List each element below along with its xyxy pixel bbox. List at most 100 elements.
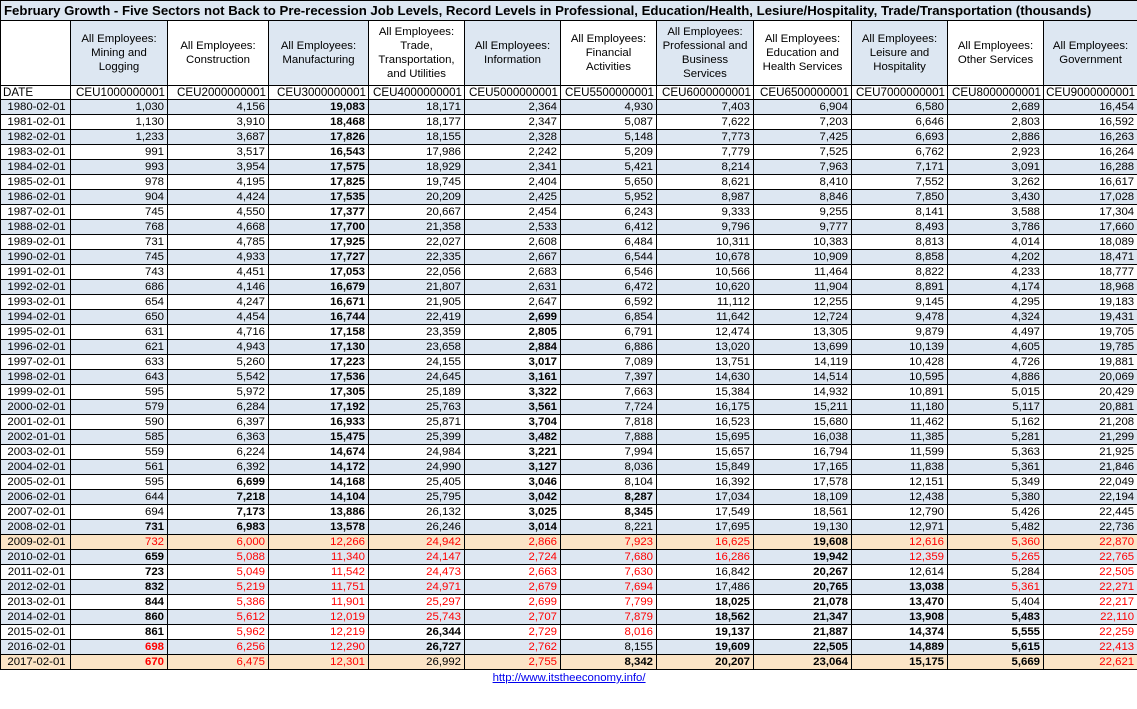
value-cell: 5,117 [947,399,1044,415]
value-cell: 670 [70,654,168,670]
value-cell: 978 [70,174,168,190]
table-row: 2006-02-01 644 7,218 14,104 25,795 3,042 8,287… [0,489,1137,505]
value-cell: 26,246 [368,519,465,535]
value-cell: 11,464 [753,264,852,280]
value-cell: 991 [70,144,168,160]
value-cell: 3,322 [464,384,561,400]
value-cell: 6,412 [560,219,657,235]
value-cell: 25,405 [368,474,465,490]
value-cell: 7,173 [167,504,269,520]
value-cell: 17,727 [268,249,369,265]
value-cell: 19,745 [368,174,465,190]
value-cell: 18,562 [656,609,754,625]
value-cell: 18,929 [368,159,465,175]
value-cell: 5,962 [167,624,269,640]
value-cell: 17,377 [268,204,369,220]
date-cell: 1983-02-01 [0,144,71,160]
date-cell: 2004-02-01 [0,459,71,475]
value-cell: 3,954 [167,159,269,175]
value-cell: 8,036 [560,459,657,475]
value-cell: 3,042 [464,489,561,505]
date-cell: 2016-02-01 [0,639,71,655]
footer-link[interactable]: http://www.itstheeconomy.info/ [493,672,646,684]
value-cell: 5,015 [947,384,1044,400]
value-cell: 6,983 [167,519,269,535]
table-row: 1986-02-01 904 4,424 17,535 20,209 2,425 5,952… [0,189,1137,205]
value-cell: 7,818 [560,414,657,430]
title-row: February Growth - Five Sectors not Back … [0,0,1137,21]
value-cell: 2,679 [464,579,561,595]
value-cell: 21,807 [368,279,465,295]
value-cell: 7,850 [851,189,948,205]
value-cell: 6,580 [851,99,948,115]
value-cell: 17,034 [656,489,754,505]
value-cell: 993 [70,159,168,175]
value-cell: 25,763 [368,399,465,415]
value-cell: 17,536 [268,369,369,385]
table-row: 2003-02-01 559 6,224 14,674 24,984 3,221 7,994… [0,444,1137,460]
value-cell: 5,363 [947,444,1044,460]
date-cell: 1999-02-01 [0,384,71,400]
value-cell: 732 [70,534,168,550]
value-cell: 4,174 [947,279,1044,295]
date-cell: 2003-02-01 [0,444,71,460]
value-cell: 3,127 [464,459,561,475]
value-cell: 15,384 [656,384,754,400]
value-cell: 22,056 [368,264,465,280]
column-header-row: All Employees: Mining and Logging All Emp… [0,20,1137,86]
value-cell: 24,984 [368,444,465,460]
value-cell: 7,694 [560,579,657,595]
series-code: CEU9000000001 [1042,85,1137,100]
value-cell: 17,695 [656,519,754,535]
value-cell: 4,726 [947,354,1044,370]
value-cell: 20,765 [753,579,852,595]
value-cell: 15,175 [851,654,948,670]
value-cell: 16,288 [1042,159,1137,175]
value-cell: 10,620 [656,279,754,295]
value-cell: 21,905 [368,294,465,310]
value-cell: 12,019 [268,609,369,625]
value-cell: 24,942 [368,534,465,550]
table-row: 2011-02-01 723 5,049 11,542 24,473 2,663 7,630… [0,564,1137,580]
value-cell: 7,773 [656,129,754,145]
value-cell: 16,286 [656,549,754,565]
value-cell: 8,016 [560,624,657,640]
value-cell: 10,566 [656,264,754,280]
value-cell: 22,110 [1042,609,1137,625]
value-cell: 5,284 [947,564,1044,580]
table-row: 2010-02-01 659 5,088 11,340 24,147 2,724 7,680… [0,549,1137,565]
value-cell: 18,777 [1042,264,1137,280]
value-cell: 15,211 [753,399,852,415]
value-cell: 8,621 [656,174,754,190]
table-row: 1998-02-01 643 5,542 17,536 24,645 3,161 7,397… [0,369,1137,385]
value-cell: 8,221 [560,519,657,535]
value-cell: 17,165 [753,459,852,475]
date-cell: 2015-02-01 [0,624,71,640]
value-cell: 644 [70,489,168,505]
date-cell: 1986-02-01 [0,189,71,205]
value-cell: 19,785 [1042,339,1137,355]
value-cell: 25,297 [368,594,465,610]
value-cell: 2,755 [464,654,561,670]
date-cell: 1998-02-01 [0,369,71,385]
value-cell: 9,478 [851,309,948,325]
value-cell: 14,119 [753,354,852,370]
value-cell: 4,886 [947,369,1044,385]
value-cell: 3,786 [947,219,1044,235]
value-cell: 14,514 [753,369,852,385]
value-cell: 4,324 [947,309,1044,325]
value-cell: 5,404 [947,594,1044,610]
value-cell: 13,699 [753,339,852,355]
table-row: 2002-01-01 585 6,363 15,475 25,399 3,482 7,888… [0,429,1137,445]
value-cell: 11,904 [753,279,852,295]
value-cell: 7,218 [167,489,269,505]
series-code: CEU2000000001 [167,85,269,100]
value-cell: 12,151 [851,474,948,490]
series-code: CEU8000000001 [947,85,1044,100]
value-cell: 19,608 [753,534,852,550]
value-cell: 5,483 [947,609,1044,625]
value-cell: 7,171 [851,159,948,175]
value-cell: 698 [70,639,168,655]
value-cell: 23,064 [753,654,852,670]
value-cell: 6,284 [167,399,269,415]
